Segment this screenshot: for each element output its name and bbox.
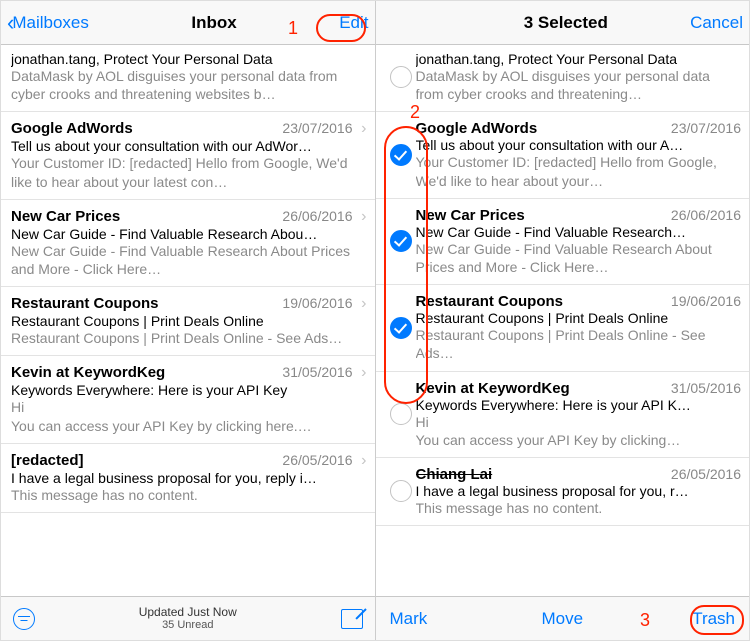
message-date: 31/05/2016 <box>671 380 741 396</box>
cancel-button[interactable]: Cancel <box>690 13 743 33</box>
mark-button[interactable]: Mark <box>390 609 505 629</box>
message-sender: [redacted] <box>11 452 282 469</box>
nav-title: 3 Selected <box>442 13 691 33</box>
message-sender: Restaurant Coupons <box>11 295 282 312</box>
message-subject: I have a legal business proposal for you… <box>416 483 742 499</box>
message-preview: DataMask by AOL disguises your personal … <box>11 67 367 103</box>
message-date: 23/07/2016 <box>282 120 352 136</box>
message-date: 26/06/2016 <box>671 207 741 223</box>
mail-edit-screen: 3 Selected Cancel jonathan.tang, Protect… <box>376 1 750 640</box>
circle-icon <box>390 480 412 502</box>
mail-inbox-screen: ‹Mailboxes Inbox Edit jonathan.tang, Pro… <box>1 1 376 640</box>
message-date: 31/05/2016 <box>282 364 352 380</box>
message-row[interactable]: Restaurant Coupons19/06/2016›Restaurant … <box>1 287 375 356</box>
message-sender: New Car Prices <box>416 207 671 224</box>
message-subject: Tell us about your consultation with our… <box>11 138 367 154</box>
trash-button[interactable]: Trash <box>620 609 735 629</box>
chevron-right-icon: › <box>353 120 367 138</box>
message-sender: Kevin at KeywordKeg <box>416 380 671 397</box>
compose-button[interactable] <box>341 609 363 629</box>
message-list[interactable]: jonathan.tang, Protect Your Personal Dat… <box>1 45 375 596</box>
message-row[interactable]: jonathan.tang, Protect Your Personal Dat… <box>1 45 375 112</box>
message-row[interactable]: jonathan.tang, Protect Your Personal Dat… <box>376 45 750 112</box>
updated-label: Updated Just Now <box>35 605 341 619</box>
message-row[interactable]: Google AdWords23/07/2016›Tell us about y… <box>1 112 375 199</box>
message-subject: I have a legal business proposal for you… <box>11 470 367 486</box>
edit-button[interactable]: Edit <box>339 13 368 33</box>
back-label: Mailboxes <box>12 13 89 33</box>
message-preview: This message has no content. <box>11 486 367 504</box>
select-checkbox[interactable] <box>386 207 416 276</box>
select-checkbox[interactable] <box>386 466 416 517</box>
message-preview: Your Customer ID: [redacted] Hello from … <box>11 154 367 190</box>
message-date: 26/06/2016 <box>282 208 352 224</box>
chevron-right-icon: › <box>353 295 367 313</box>
message-subject: New Car Guide - Find Valuable Research… <box>416 224 742 240</box>
message-subject: Keywords Everywhere: Here is your API K… <box>416 397 742 413</box>
message-date: 26/05/2016 <box>282 452 352 468</box>
message-preview: HiYou can access your API Key by clickin… <box>416 413 742 449</box>
message-row[interactable]: Kevin at KeywordKeg31/05/2016Keywords Ev… <box>376 372 750 458</box>
checkmark-icon <box>390 317 412 339</box>
message-row[interactable]: New Car Prices26/06/2016›New Car Guide -… <box>1 200 375 287</box>
nav-bar: ‹Mailboxes Inbox Edit <box>1 1 375 45</box>
message-sender: jonathan.tang, Protect Your Personal Dat… <box>11 51 367 67</box>
unread-count: 35 Unread <box>35 619 341 632</box>
message-preview: This message has no content. <box>416 499 742 517</box>
message-preview: Restaurant Coupons | Print Deals Online … <box>11 329 367 347</box>
message-row[interactable]: Kevin at KeywordKeg31/05/2016›Keywords E… <box>1 356 375 443</box>
message-date: 19/06/2016 <box>282 295 352 311</box>
circle-icon <box>390 403 412 425</box>
select-checkbox[interactable] <box>386 293 416 362</box>
message-preview: Your Customer ID: [redacted] Hello from … <box>416 153 742 189</box>
message-row[interactable]: Restaurant Coupons19/06/2016Restaurant C… <box>376 285 750 371</box>
message-subject: Tell us about your consultation with our… <box>416 137 742 153</box>
bottom-toolbar: Updated Just Now 35 Unread <box>1 596 375 640</box>
message-subject: Keywords Everywhere: Here is your API Ke… <box>11 382 367 398</box>
checkmark-icon <box>390 144 412 166</box>
nav-title: Inbox <box>89 13 339 33</box>
circle-icon <box>390 66 412 88</box>
message-sender: Chiang Lai <box>416 466 671 483</box>
message-sender: New Car Prices <box>11 208 282 225</box>
message-subject: New Car Guide - Find Valuable Research A… <box>11 226 367 242</box>
edit-actions-bar: Mark Move Trash <box>376 596 750 640</box>
message-row[interactable]: Chiang Lai26/05/2016I have a legal busin… <box>376 458 750 526</box>
message-sender: Restaurant Coupons <box>416 293 671 310</box>
message-preview: Restaurant Coupons | Print Deals Online … <box>416 326 742 362</box>
chevron-right-icon: › <box>353 452 367 470</box>
chevron-right-icon: › <box>353 208 367 226</box>
message-sender: jonathan.tang, Protect Your Personal Dat… <box>416 51 742 67</box>
chevron-right-icon: › <box>353 364 367 382</box>
message-list-edit[interactable]: jonathan.tang, Protect Your Personal Dat… <box>376 45 750 596</box>
message-preview: New Car Guide - Find Valuable Research A… <box>416 240 742 276</box>
message-date: 26/05/2016 <box>671 466 741 482</box>
message-sender: Kevin at KeywordKeg <box>11 364 282 381</box>
message-subject: Restaurant Coupons | Print Deals Online <box>416 310 742 326</box>
filter-button[interactable] <box>13 608 35 630</box>
status-text: Updated Just Now 35 Unread <box>35 605 341 633</box>
message-preview: New Car Guide - Find Valuable Research A… <box>11 242 367 278</box>
checkmark-icon <box>390 230 412 252</box>
message-date: 23/07/2016 <box>671 120 741 136</box>
message-sender: Google AdWords <box>416 120 671 137</box>
message-subject: Restaurant Coupons | Print Deals Online <box>11 313 367 329</box>
compose-icon <box>341 609 363 629</box>
select-checkbox[interactable] <box>386 380 416 449</box>
message-sender: Google AdWords <box>11 120 282 137</box>
filter-icon <box>13 608 35 630</box>
back-button[interactable]: ‹Mailboxes <box>7 12 89 34</box>
message-preview: DataMask by AOL disguises your personal … <box>416 67 742 103</box>
select-checkbox[interactable] <box>386 120 416 189</box>
message-date: 19/06/2016 <box>671 293 741 309</box>
nav-bar: 3 Selected Cancel <box>376 1 750 45</box>
message-preview: HiYou can access your API Key by clickin… <box>11 398 367 434</box>
select-checkbox[interactable] <box>386 51 416 103</box>
message-row[interactable]: New Car Prices26/06/2016New Car Guide - … <box>376 199 750 285</box>
message-row[interactable]: [redacted]26/05/2016›I have a legal busi… <box>1 444 375 513</box>
message-row[interactable]: Google AdWords23/07/2016Tell us about yo… <box>376 112 750 198</box>
move-button[interactable]: Move <box>505 609 620 629</box>
